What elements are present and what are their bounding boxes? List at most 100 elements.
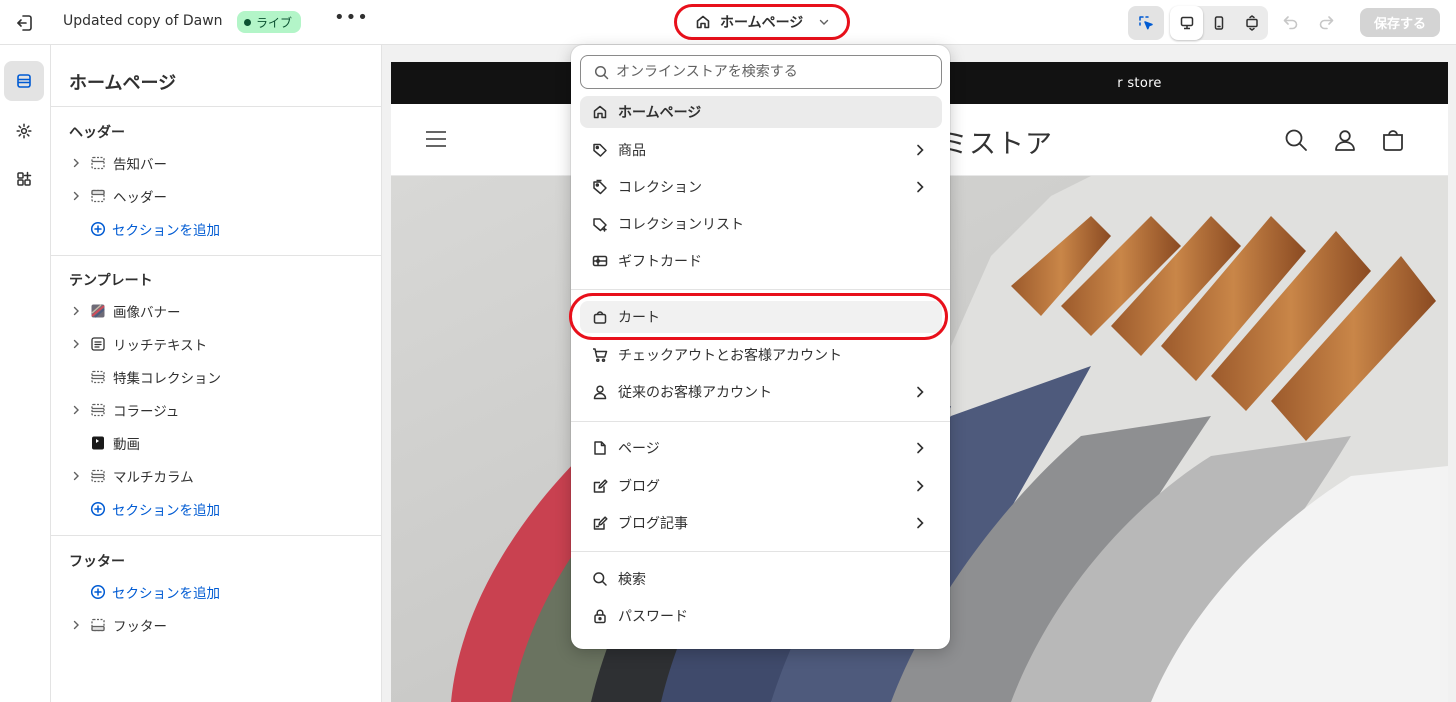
add-section-label: セクションを追加 [112, 586, 220, 602]
section-item-header[interactable]: ヘッダー [69, 183, 369, 209]
menu-item-blog-posts[interactable]: ブログ記事 [580, 507, 942, 539]
page-selector-dropdown: ホームページ 商品 コレクション コレクションリスト ギフトカード カート チェ… [571, 45, 950, 649]
dropdown-search-field[interactable] [580, 55, 942, 89]
section-icon [89, 368, 107, 386]
menu-item-legacy-accounts[interactable]: 従来のお客様アカウント [580, 376, 942, 408]
chevron-right-icon [912, 142, 928, 158]
chevron-right-icon[interactable] [69, 339, 83, 349]
blog-icon [591, 477, 609, 495]
chevron-right-icon[interactable] [69, 471, 83, 481]
section-item-label: 特集コレクション [113, 371, 221, 387]
page-selector-button[interactable]: ホームページ [674, 4, 850, 40]
cart-bag-icon[interactable] [1381, 128, 1405, 152]
gear-icon [15, 122, 33, 140]
section-icon [89, 467, 107, 485]
menu-item-blogs[interactable]: ブログ [580, 470, 942, 502]
undo-icon[interactable] [1280, 11, 1302, 33]
section-item-video[interactable]: 動画 [69, 430, 369, 456]
preview-tools [1128, 6, 1268, 40]
menu-item-label: 検索 [618, 572, 646, 588]
plus-circle-icon [90, 584, 106, 600]
announcement-text: r store [1117, 75, 1162, 91]
apps-tab[interactable] [4, 159, 44, 199]
select-cursor-icon [1137, 14, 1155, 32]
account-icon[interactable] [1333, 128, 1357, 152]
sections-sidebar: ホームページ ヘッダー 告知バー ヘッダー セクションを追加 テンプレート 画像… [51, 45, 382, 702]
apps-icon [15, 170, 33, 188]
menu-item-products[interactable]: 商品 [580, 134, 942, 166]
desktop-view-button[interactable] [1170, 6, 1203, 40]
chevron-right-icon[interactable] [69, 405, 83, 415]
mobile-view-button[interactable] [1203, 6, 1235, 40]
collection-tag-icon [591, 178, 609, 196]
redo-icon[interactable] [1315, 11, 1337, 33]
menu-item-label: ブログ記事 [618, 516, 688, 532]
collection-list-icon [591, 215, 609, 233]
section-icon [89, 401, 107, 419]
menu-item-home[interactable]: ホームページ [580, 96, 942, 128]
section-item-collage[interactable]: コラージュ [69, 397, 369, 423]
home-icon [591, 103, 609, 121]
chevron-down-icon [818, 16, 830, 28]
menu-item-collection-list[interactable]: コレクションリスト [580, 208, 942, 240]
section-item-featured-collection[interactable]: 特集コレクション [69, 364, 369, 390]
chevron-right-icon [912, 478, 928, 494]
menu-item-label: ホームページ [618, 105, 702, 121]
theme-settings-tab[interactable] [4, 111, 44, 151]
plus-circle-icon [90, 501, 106, 517]
menu-item-label: 商品 [618, 143, 646, 159]
section-item-footer[interactable]: フッター [69, 612, 369, 638]
chevron-right-icon[interactable] [69, 158, 83, 168]
gift-card-icon [591, 252, 609, 270]
menu-item-cart[interactable]: カート [580, 301, 942, 333]
divider [51, 106, 381, 107]
chevron-right-icon [912, 384, 928, 400]
menu-item-search[interactable]: 検索 [580, 563, 942, 595]
section-item-label: コラージュ [113, 404, 180, 420]
menu-item-collections[interactable]: コレクション [580, 171, 942, 203]
exit-icon[interactable] [14, 12, 36, 34]
menu-item-label: 従来のお客様アカウント [618, 385, 772, 401]
menu-item-label: パスワード [618, 609, 688, 625]
section-item-label: 画像バナー [113, 305, 181, 321]
add-section-header-button[interactable]: セクションを追加 [90, 217, 220, 241]
mobile-icon [1211, 15, 1227, 31]
search-icon[interactable] [1284, 128, 1308, 152]
image-thumbnail-icon [89, 302, 107, 320]
tag-icon [591, 141, 609, 159]
menu-item-label: コレクションリスト [618, 217, 744, 233]
fullscreen-view-button[interactable] [1235, 6, 1268, 40]
section-item-image-banner[interactable]: 画像バナー [69, 298, 369, 324]
section-item-rich-text[interactable]: リッチテキスト [69, 331, 369, 357]
menu-item-gift-card[interactable]: ギフトカード [580, 245, 942, 277]
add-section-template-button[interactable]: セクションを追加 [90, 497, 220, 521]
section-item-announcement-bar[interactable]: 告知バー [69, 150, 369, 176]
blog-post-icon [591, 514, 609, 532]
section-item-multicolumn[interactable]: マルチカラム [69, 463, 369, 489]
menu-item-checkout[interactable]: チェックアウトとお客様アカウント [580, 339, 942, 371]
menu-item-pages[interactable]: ページ [580, 432, 942, 464]
section-item-label: ヘッダー [113, 190, 167, 206]
save-button[interactable]: 保存する [1360, 8, 1440, 37]
more-actions-button[interactable]: ••• [334, 9, 368, 33]
menu-item-password[interactable]: パスワード [580, 600, 942, 632]
menu-item-label: チェックアウトとお客様アカウント [618, 348, 842, 364]
expand-icon [1244, 15, 1260, 31]
group-footer-label: フッター [69, 554, 125, 570]
dropdown-search-input[interactable] [616, 64, 916, 80]
sections-tab[interactable] [4, 61, 44, 101]
chevron-right-icon[interactable] [69, 306, 83, 316]
chevron-right-icon[interactable] [69, 191, 83, 201]
section-item-label: フッター [113, 619, 167, 635]
sidebar-title: ホームページ [69, 73, 177, 94]
home-icon [695, 14, 711, 30]
chevron-right-icon[interactable] [69, 620, 83, 630]
add-section-footer-button[interactable]: セクションを追加 [90, 580, 220, 604]
menu-separator [571, 421, 950, 422]
inspector-toggle-button[interactable] [1128, 6, 1164, 40]
store-name[interactable]: ミストア [941, 122, 1053, 161]
header-section-icon [89, 187, 107, 205]
menu-item-label: ページ [618, 441, 660, 457]
menu-icon[interactable] [425, 129, 447, 149]
top-bar: Updated copy of Dawn ライブ ••• ホームページ 保存する [0, 0, 1456, 45]
